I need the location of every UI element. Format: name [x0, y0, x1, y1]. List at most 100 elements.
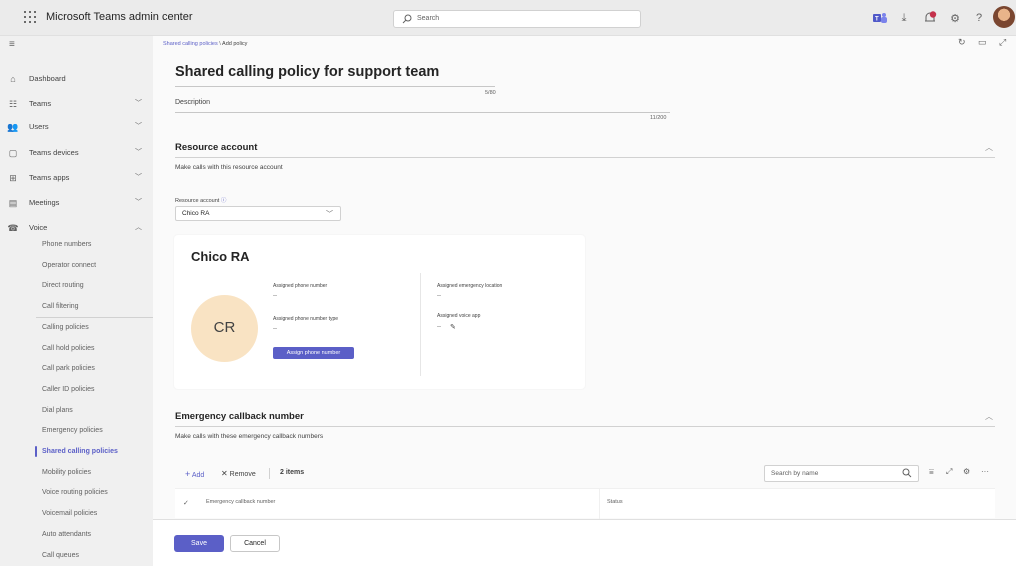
description-counter: 11/200: [650, 115, 667, 121]
assigned-emergency-location-label: Assigned emergency location: [437, 283, 503, 289]
refresh-icon[interactable]: ↻: [958, 37, 966, 48]
assign-phone-number-button[interactable]: Assign phone number: [273, 347, 354, 359]
breadcrumb-separator: \: [219, 41, 221, 47]
card-divider: [420, 273, 421, 376]
info-icon[interactable]: ⓘ: [221, 198, 227, 204]
sidebar-item-operator-connect[interactable]: Operator connect: [0, 257, 153, 275]
save-button[interactable]: Save: [174, 535, 224, 552]
nav-item-teams[interactable]: ☷ Teams ﹀: [0, 95, 153, 113]
nav-item-teams-devices[interactable]: ▢ Teams devices ﹀: [0, 144, 153, 162]
users-icon: 👥: [7, 122, 19, 132]
hamburger-menu-icon[interactable]: ≡: [9, 39, 15, 50]
chevron-down-icon: ﹀: [326, 211, 333, 218]
sidebar-item-auto-attendants[interactable]: Auto attendants: [0, 526, 153, 544]
nav-divider: [36, 316, 153, 318]
description-input[interactable]: Description: [175, 99, 210, 106]
item-count: 2 items: [280, 469, 305, 476]
expand-icon[interactable]: ⤢: [999, 37, 1006, 48]
chevron-down-icon[interactable]: ﹀: [135, 197, 142, 207]
nav-item-users[interactable]: 👥 Users ﹀: [0, 118, 153, 136]
sidebar-item-mobility-policies[interactable]: Mobility policies: [0, 464, 153, 482]
notifications-icon[interactable]: [922, 10, 938, 26]
sidebar-item-call-park-policies[interactable]: Call park policies: [0, 360, 153, 378]
sidebar-item-shared-calling-policies[interactable]: Shared calling policies: [0, 443, 153, 461]
plus-icon: +: [185, 469, 191, 479]
resource-account-selected: Chico RA: [182, 210, 210, 217]
nav-item-dashboard[interactable]: ⌂ Dashboard: [0, 70, 153, 88]
sidebar-item-label: Voice routing policies: [42, 489, 108, 497]
column-header-callback-number[interactable]: Emergency callback number: [206, 499, 275, 505]
collapse-emergency-section-icon[interactable]: ︿: [985, 411, 993, 422]
nav-item-voice[interactable]: ☎ Voice ︿: [0, 219, 153, 237]
assigned-voice-app-value: --: [437, 324, 441, 330]
sidebar-item-emergency-policies[interactable]: Emergency policies: [0, 422, 153, 440]
resource-account-label-text: Resource account: [175, 198, 220, 204]
nav-item-teams-apps[interactable]: ⊞ Teams apps ﹀: [0, 169, 153, 187]
nav-item-label: Teams devices: [29, 148, 79, 157]
chevron-down-icon[interactable]: ﹀: [135, 98, 142, 108]
svg-text:T: T: [875, 17, 879, 23]
sidebar-item-caller-id-policies[interactable]: Caller ID policies: [0, 381, 153, 399]
more-options-icon[interactable]: ···: [981, 467, 989, 476]
teams-icon[interactable]: T: [873, 10, 887, 26]
resource-account-name: Chico RA: [191, 249, 250, 264]
table-search-input[interactable]: Search by name: [764, 465, 919, 482]
sidebar-item-label: Shared calling policies: [42, 448, 118, 455]
sidebar-item-label: Direct routing: [42, 282, 84, 290]
sidebar-item-calling-policies[interactable]: Calling policies: [0, 319, 153, 337]
sidebar-item-call-queues[interactable]: Call queues: [0, 547, 153, 565]
sidebar-item-phone-numbers[interactable]: Phone numbers: [0, 236, 153, 254]
global-search-placeholder: Search: [417, 15, 440, 22]
cancel-button[interactable]: Cancel: [230, 535, 280, 552]
global-search-input[interactable]: Search: [393, 10, 641, 28]
select-all-checkmark-icon[interactable]: ✓: [183, 499, 189, 507]
avatar[interactable]: [993, 6, 1015, 28]
policy-name-input[interactable]: Shared calling policy for support team: [175, 64, 439, 80]
nav-item-label: Meetings: [29, 198, 60, 207]
breadcrumb-parent-link[interactable]: Shared calling policies: [163, 41, 218, 47]
avatar-initials: CR: [213, 319, 236, 336]
description-underline: [175, 112, 670, 113]
chevron-down-icon[interactable]: ﹀: [135, 121, 142, 131]
chevron-down-icon[interactable]: ﹀: [135, 147, 142, 157]
chevron-down-icon[interactable]: ﹀: [135, 172, 142, 182]
resource-account-heading: Resource account: [175, 142, 258, 153]
nav-item-label: Teams: [29, 99, 52, 108]
sidebar-item-voice-routing-policies[interactable]: Voice routing policies: [0, 484, 153, 502]
sidebar-item-label: Phone numbers: [42, 241, 92, 248]
gear-icon[interactable]: ⚙: [949, 10, 961, 26]
window-icon[interactable]: ▭: [978, 37, 987, 48]
collapse-resource-section-icon[interactable]: ︿: [985, 142, 993, 153]
sidebar-item-call-filtering[interactable]: Call filtering: [0, 298, 153, 316]
active-indicator: [35, 446, 37, 457]
sidebar-item-label: Calling policies: [42, 323, 89, 331]
filter-icon[interactable]: ⩸: [929, 467, 934, 477]
sidebar-item-label: Operator connect: [42, 261, 97, 269]
sidebar-item-voicemail-policies[interactable]: Voicemail policies: [0, 505, 153, 523]
assigned-phone-number-type-value: --: [273, 326, 277, 332]
remove-button[interactable]: ✕ Remove: [221, 469, 256, 478]
nav-item-meetings[interactable]: ▤ Meetings ﹀: [0, 194, 153, 212]
waffle-icon[interactable]: [24, 11, 38, 25]
sidebar-item-call-hold-policies[interactable]: Call hold policies: [0, 340, 153, 358]
add-button[interactable]: + Add: [185, 469, 204, 479]
home-icon: ⌂: [10, 74, 16, 84]
assigned-phone-number-label: Assigned phone number: [273, 283, 328, 289]
expand-table-icon[interactable]: ⤢: [946, 467, 952, 477]
sidebar-item-dial-plans[interactable]: Dial plans: [0, 402, 153, 420]
emergency-callback-description: Make calls with these emergency callback…: [175, 433, 324, 440]
voice-icon: ☎: [7, 223, 19, 233]
resource-account-dropdown[interactable]: Chico RA ﹀: [175, 206, 341, 221]
help-icon[interactable]: ?: [974, 10, 984, 26]
column-header-status[interactable]: Status: [607, 499, 623, 505]
chevron-up-icon[interactable]: ︿: [135, 222, 142, 232]
resource-account-card: Chico RA CR Assigned phone number -- Ass…: [174, 235, 585, 389]
devices-icon: ▢: [8, 148, 18, 158]
table-settings-gear-icon[interactable]: ⚙: [963, 467, 970, 476]
left-nav: ≡ ⌂ Dashboard ☷ Teams ﹀ 👥 Users ﹀ ▢ Teams devices…: [0, 36, 153, 566]
sidebar-item-label: Caller ID policies: [42, 385, 95, 393]
sidebar-item-direct-routing[interactable]: Direct routing: [0, 277, 153, 295]
download-icon[interactable]: ⤓: [898, 10, 910, 26]
edit-pencil-icon[interactable]: ✎: [450, 323, 456, 331]
app-title: Microsoft Teams admin center: [46, 11, 193, 23]
